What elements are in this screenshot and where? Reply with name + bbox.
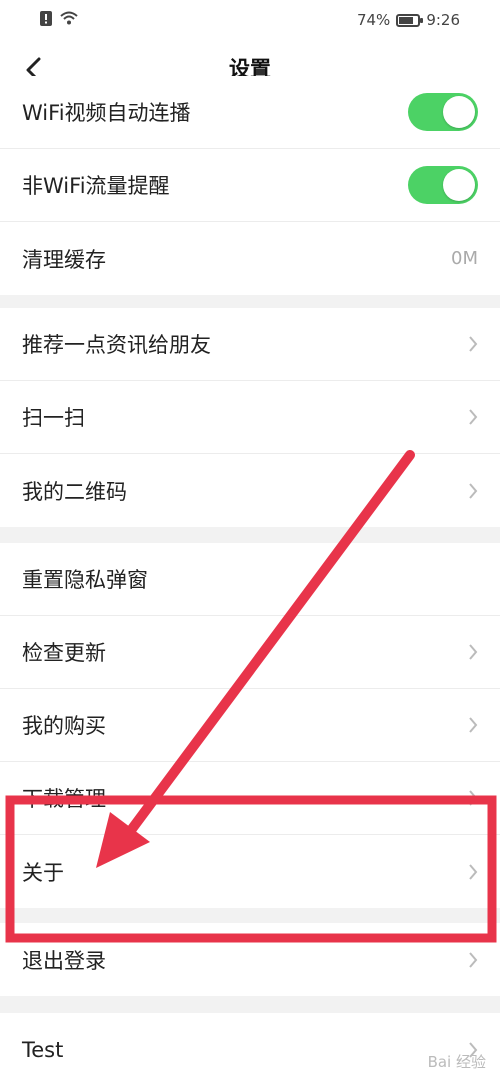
status-right: 74% 9:26	[357, 11, 460, 29]
setting-row-purchases[interactable]: 我的购买	[0, 689, 500, 762]
battery-icon	[396, 13, 424, 27]
chevron-right-icon	[469, 336, 478, 352]
setting-label: 退出登录	[22, 948, 106, 973]
settings-group-logout: 退出登录	[0, 923, 500, 996]
chevron-right-icon	[469, 790, 478, 806]
clock: 9:26	[426, 11, 460, 29]
setting-label: 扫一扫	[22, 406, 85, 430]
setting-label: 关于	[22, 860, 64, 885]
chevron-right-icon	[469, 951, 478, 968]
setting-row-check-update[interactable]: 检查更新	[0, 616, 500, 689]
setting-row-reset-privacy[interactable]: 重置隐私弹窗	[0, 543, 500, 616]
toggle-knob	[443, 169, 475, 201]
chevron-right-icon	[469, 409, 478, 425]
setting-label: 下载管理	[22, 787, 106, 811]
alert-icon	[40, 10, 52, 30]
battery-fill	[399, 16, 413, 24]
watermark: Bai 经验	[427, 1053, 486, 1071]
data-alert-toggle[interactable]	[408, 166, 478, 204]
setting-label: 我的购买	[22, 714, 106, 738]
setting-label: WiFi视频自动连播	[22, 101, 191, 125]
setting-label: 推荐一点资讯给朋友	[22, 333, 211, 357]
setting-label: 我的二维码	[22, 479, 127, 504]
setting-label: 非WiFi流量提醒	[22, 174, 170, 198]
wifi-autoplay-toggle[interactable]	[408, 93, 478, 131]
setting-row-qrcode[interactable]: 我的二维码	[0, 454, 500, 527]
status-bar: 74% 9:26	[0, 0, 500, 40]
wifi-icon	[60, 11, 78, 29]
setting-row-test[interactable]: Test	[0, 1013, 500, 1084]
setting-row-clear-cache[interactable]: 清理缓存 0M	[0, 222, 500, 295]
chevron-right-icon	[469, 482, 478, 499]
settings-group-share: 推荐一点资讯给朋友 扫一扫 我的二维码	[0, 308, 500, 527]
setting-row-about[interactable]: 关于	[0, 835, 500, 908]
chevron-right-icon	[469, 644, 478, 660]
setting-label: 检查更新	[22, 641, 106, 665]
setting-label: Test	[22, 1037, 64, 1062]
settings-group-general: 重置隐私弹窗 检查更新 我的购买 下载管理 关于	[0, 543, 500, 908]
toggle-knob	[443, 96, 475, 128]
status-left	[40, 10, 78, 30]
battery-percent: 74%	[356, 11, 391, 29]
settings-group-media: WiFi视频自动连播 非WiFi流量提醒 清理缓存 0M	[0, 76, 500, 295]
cache-size: 0M	[451, 248, 478, 269]
setting-row-downloads[interactable]: 下载管理	[0, 762, 500, 835]
setting-row-scan[interactable]: 扫一扫	[0, 381, 500, 454]
chevron-right-icon	[469, 717, 478, 733]
setting-row-wifi-autoplay: WiFi视频自动连播	[0, 76, 500, 149]
setting-label: 重置隐私弹窗	[22, 568, 148, 592]
settings-group-test: Test	[0, 1013, 500, 1084]
chevron-right-icon	[469, 863, 478, 880]
setting-row-data-alert: 非WiFi流量提醒	[0, 149, 500, 222]
setting-row-logout[interactable]: 退出登录	[0, 923, 500, 996]
setting-row-recommend[interactable]: 推荐一点资讯给朋友	[0, 308, 500, 381]
setting-label: 清理缓存	[22, 247, 106, 272]
